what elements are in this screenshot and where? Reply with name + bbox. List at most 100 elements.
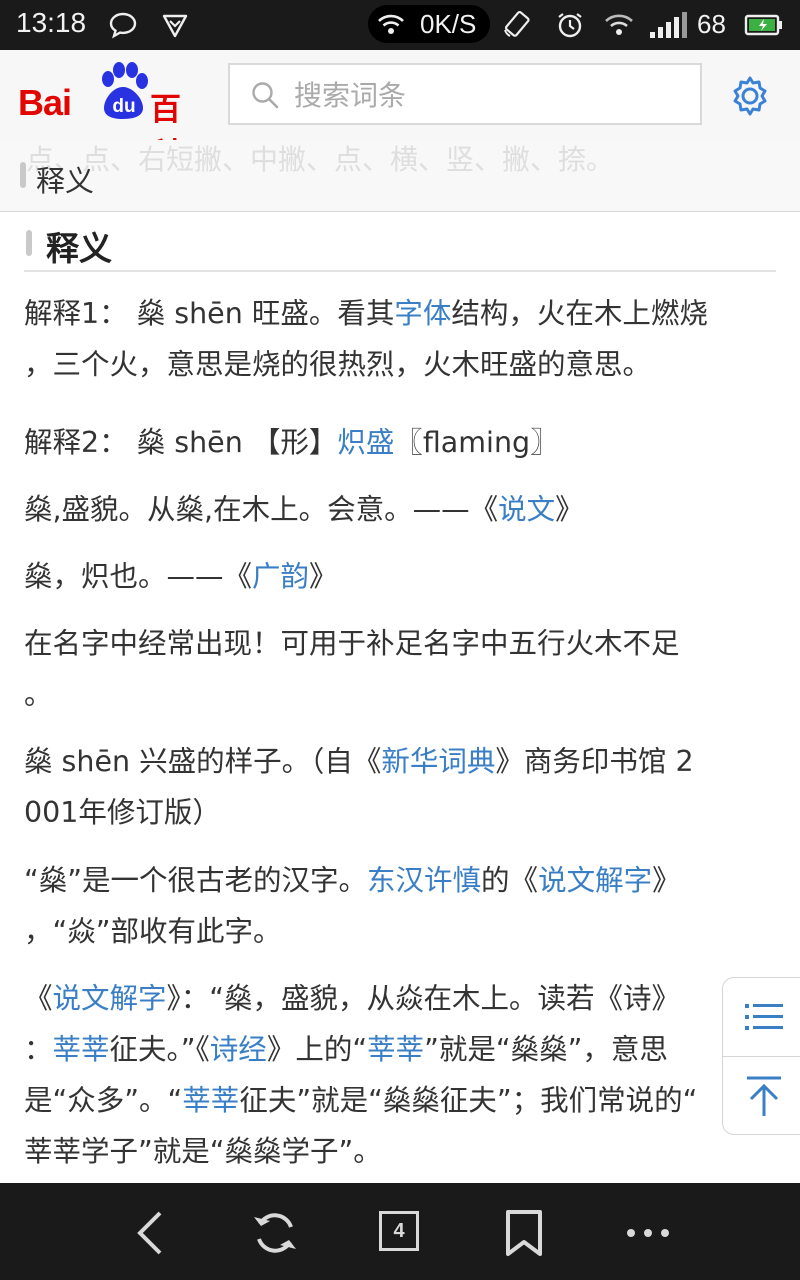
inline-link[interactable]: 新华词典	[381, 745, 495, 778]
battery-icon	[744, 14, 782, 36]
inline-link[interactable]: 莘莘	[367, 1033, 424, 1066]
inline-link[interactable]: 说文解字	[53, 982, 167, 1015]
paragraph-line: 是“众多”。“莘莘征夫”就是“燊燊征夫”；我们常说的“	[24, 1075, 779, 1126]
paragraph: 在名字中经常出现！可用于补足名字中五行火木不足。	[24, 618, 779, 720]
tab-count: 4	[379, 1211, 419, 1251]
section-title: 释义	[46, 229, 112, 268]
text-segment: 》：“燊，盛貌，从焱在木上。读若《诗》	[166, 982, 681, 1015]
sticky-section-title: 释义	[36, 164, 95, 198]
logo-text-du: du	[112, 96, 135, 117]
paragraph-line: 001年修订版）	[24, 787, 779, 838]
scrolled-text-ghost: 点、点、右短撇、中撇、点、横、竖、撇、捺。	[26, 143, 615, 176]
text-segment: ：	[24, 1033, 53, 1066]
paragraph: 解释2： 燊 shēn 【形】炽盛〖flaming〗	[24, 417, 779, 468]
text-segment: 燊，炽也。——《	[24, 560, 253, 593]
section-header: 释义	[24, 218, 776, 272]
text-segment: 征夫。”《	[109, 1033, 210, 1066]
bookmark-icon[interactable]	[498, 1207, 550, 1259]
paragraph: 燊,盛貌。从燊,在木上。会意。——《说文》	[24, 484, 779, 535]
paragraph-line: 解释1： 燊 shēn 旺盛。看其字体结构，火在木上燃烧	[24, 288, 779, 339]
signal-icon	[650, 12, 687, 38]
settings-gear-icon[interactable]	[728, 74, 772, 118]
more-icon[interactable]	[622, 1207, 674, 1259]
floating-side-panel	[722, 977, 800, 1135]
inline-link[interactable]: 东汉许慎	[367, 864, 481, 897]
text-segment: 解释2： 燊 shēn 【形】	[24, 426, 338, 459]
paragraph-line: 燊,盛貌。从燊,在木上。会意。——《说文》	[24, 484, 779, 535]
paragraph: 解释1： 燊 shēn 旺盛。看其字体结构，火在木上燃烧 ，三个火，意思是烧的很热…	[24, 288, 779, 390]
inline-link[interactable]: 说文解字	[538, 864, 652, 897]
alarm-icon	[558, 13, 582, 38]
inline-link[interactable]: 字体	[394, 297, 451, 330]
back-to-top-icon[interactable]	[739, 1072, 789, 1122]
section-marker	[26, 230, 32, 256]
sticky-section-nav[interactable]: 点、点、右短撇、中撇、点、横、竖、撇、捺。 释义	[0, 140, 800, 212]
search-input[interactable]	[292, 73, 686, 117]
inline-link[interactable]: 炽盛	[337, 426, 394, 459]
text-segment: 。	[24, 678, 53, 711]
inline-link[interactable]: 说文	[498, 493, 555, 526]
article-content: 释义 解释1： 燊 shēn 旺盛。看其字体结构，火在木上燃烧 ，三个火，意思是烧…	[0, 212, 800, 1182]
paragraph-line: “燊”是一个很古老的汉字。东汉许慎的《说文解字》	[24, 855, 779, 906]
text-segment: 》	[309, 560, 338, 593]
toc-list-icon[interactable]	[739, 992, 789, 1042]
text-segment: 燊,盛貌。从燊,在木上。会意。——《	[24, 493, 499, 526]
wifi-icon	[605, 14, 633, 35]
text-segment: 结构，火在木上燃烧	[451, 297, 708, 330]
paragraph-line: ：莘莘征夫。”《诗经》上的“莘莘”就是“燊燊”，意思	[24, 1024, 779, 1075]
baidu-baike-logo[interactable]: Bai du 百科	[18, 58, 208, 173]
paragraph-line: 莘莘学子”就是“燊燊学子”。	[24, 1126, 779, 1177]
rotate-lock-icon	[504, 11, 530, 37]
browser-bottom-bar: 4	[0, 1183, 800, 1280]
paragraph-line: 。	[24, 669, 779, 720]
text-segment: ，“焱”部收有此字。	[24, 915, 282, 948]
text-segment: ”就是“燊燊”，意思	[424, 1033, 668, 1066]
text-segment: 燊 shēn 兴盛的样子。（自《	[24, 745, 382, 778]
logo-text-bai: Bai	[18, 82, 72, 123]
text-segment: 》商务印书馆 2	[495, 745, 694, 778]
text-segment: 是“众多”。“	[24, 1084, 183, 1117]
paragraph-line: 燊 shēn 兴盛的样子。（自《新华词典》商务印书馆 2	[24, 736, 779, 787]
paragraph-line: 解释2： 燊 shēn 【形】炽盛〖flaming〗	[24, 417, 779, 468]
paragraph-line: 《说文解字》：“燊，盛貌，从焱在木上。读若《诗》	[24, 973, 779, 1024]
paragraph-line: ，“焱”部收有此字。	[24, 906, 779, 957]
net-speed-text: 0K/S	[420, 9, 477, 39]
inline-link[interactable]: 莘莘	[53, 1033, 110, 1066]
section-marker	[20, 162, 26, 188]
text-segment: 001年修订版）	[24, 796, 221, 829]
inline-link[interactable]: 莘莘	[182, 1084, 239, 1117]
text-segment: 〖flaming〗	[394, 426, 559, 459]
chat-bubble-icon	[109, 12, 137, 39]
text-segment: 《	[24, 982, 53, 1015]
text-segment: 莘莘学子”就是“燊燊学子”。	[24, 1135, 382, 1168]
search-box[interactable]	[228, 63, 702, 125]
battery-level: 68	[697, 9, 726, 39]
side-divider	[723, 1056, 800, 1057]
text-segment: 征夫”就是“燊燊征夫”；我们常说的“	[239, 1084, 698, 1117]
paragraph: 《说文解字》：“燊，盛貌，从焱在木上。读若《诗》 ：莘莘征夫。”《诗经》上的“莘莘…	[24, 973, 779, 1177]
paragraph-line: 燊，炽也。——《广韵》	[24, 551, 779, 602]
refresh-icon[interactable]	[249, 1207, 301, 1259]
hotspot-icon	[378, 14, 404, 34]
search-icon	[252, 82, 279, 109]
inline-link[interactable]: 广韵	[252, 560, 309, 593]
text-segment: “燊”是一个很古老的汉字。	[24, 864, 368, 897]
paragraph-line: ，三个火，意思是烧的很热烈，火木旺盛的意思。	[24, 339, 779, 390]
text-segment: 》	[555, 493, 584, 526]
text-segment: 》上的“	[266, 1033, 368, 1066]
inline-link[interactable]: 诗经	[210, 1033, 267, 1066]
text-segment: 在名字中经常出现！可用于补足名字中五行火木不足	[24, 627, 680, 660]
text-segment: 解释1： 燊 shēn 旺盛。看其	[24, 297, 395, 330]
status-time: 13:18	[16, 7, 87, 38]
paragraph: 燊 shēn 兴盛的样子。（自《新华词典》商务印书馆 2 001年修订版）	[24, 736, 779, 838]
text-segment: 》	[652, 864, 681, 897]
shield-check-icon	[162, 14, 188, 38]
paw-icon: du	[102, 62, 148, 119]
text-segment: 的《	[481, 864, 539, 897]
paragraph-line: 在名字中经常出现！可用于补足名字中五行火木不足	[24, 618, 779, 669]
back-arrow-icon[interactable]	[126, 1207, 178, 1259]
paragraph: “燊”是一个很古老的汉字。东汉许慎的《说文解字》 ，“焱”部收有此字。	[24, 855, 779, 957]
site-header: Bai du 百科	[0, 50, 800, 173]
tabs-button[interactable]: 4	[379, 1211, 431, 1263]
paragraph: 燊，炽也。——《广韵》	[24, 551, 779, 602]
